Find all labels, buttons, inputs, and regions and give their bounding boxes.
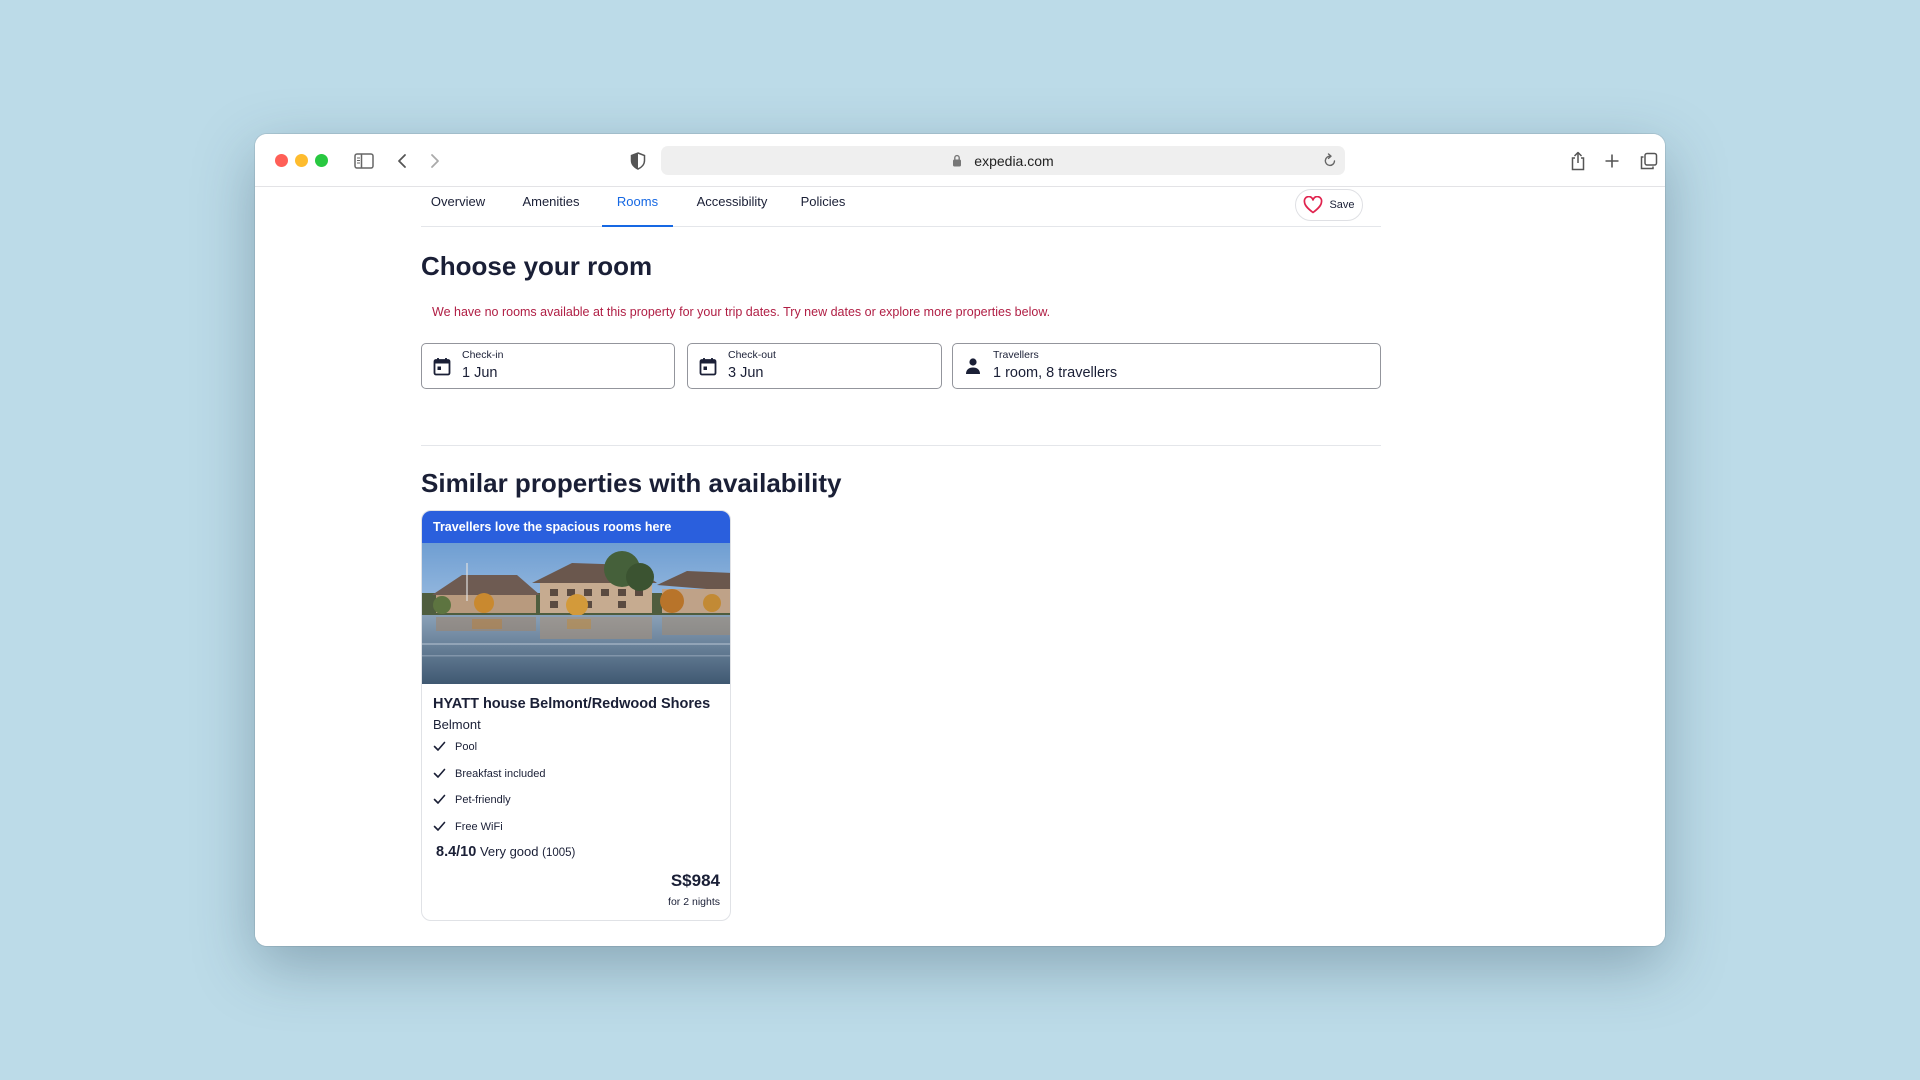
url-text: expedia.com	[974, 152, 1054, 169]
check-out-value: 3 Jun	[728, 365, 764, 381]
review-count: (1005)	[542, 847, 576, 859]
checkmark-icon	[433, 821, 449, 832]
save-label: Save	[1329, 199, 1355, 211]
checkmark-icon	[433, 794, 449, 805]
tab-accessibility[interactable]: Accessibility	[685, 187, 779, 227]
person-icon	[964, 357, 982, 380]
travellers-label: Travellers	[993, 349, 1039, 361]
property-name[interactable]: HYATT house Belmont/Redwood Shores	[433, 696, 710, 712]
property-location: Belmont	[433, 717, 481, 732]
amenity-label: Breakfast included	[455, 767, 546, 780]
rating-score: 8.4/10	[436, 844, 477, 860]
amenity-list: Pool Breakfast included Pet-friendly Fre…	[433, 741, 546, 847]
chevron-right-icon[interactable]	[422, 148, 448, 174]
check-in-label: Check-in	[462, 349, 504, 361]
amenity-label: Pool	[455, 741, 478, 753]
browser-toolbar: expedia.com	[255, 134, 1665, 187]
address-bar[interactable]: expedia.com	[661, 146, 1345, 175]
travellers-field[interactable]: Travellers 1 room, 8 travellers	[952, 343, 1381, 389]
property-photo[interactable]	[422, 543, 730, 684]
tab-overview[interactable]: Overview	[421, 187, 495, 227]
shield-icon[interactable]	[625, 148, 651, 174]
amenity-label: Free WiFi	[455, 820, 503, 833]
check-out-field[interactable]: Check-out 3 Jun	[687, 343, 942, 389]
card-banner: Travellers love the spacious rooms here	[422, 511, 730, 543]
calendar-icon	[699, 357, 717, 381]
minimize-window-button[interactable]	[295, 154, 308, 167]
chevron-left-icon[interactable]	[389, 148, 415, 174]
checkmark-icon	[433, 741, 449, 752]
amenity-item: Pet-friendly	[433, 794, 546, 821]
property-nav: Overview Amenities Rooms Accessibility P…	[421, 187, 1381, 227]
page-content: Overview Amenities Rooms Accessibility P…	[255, 187, 1665, 946]
lock-icon	[952, 154, 962, 167]
zoom-window-button[interactable]	[315, 154, 328, 167]
amenity-item: Breakfast included	[433, 768, 546, 795]
check-in-field[interactable]: Check-in 1 Jun	[421, 343, 675, 389]
similar-properties-heading: Similar properties with availability	[421, 468, 842, 498]
price: S$984	[670, 871, 720, 890]
share-icon[interactable]	[1565, 148, 1591, 174]
tabs-overview-icon[interactable]	[1636, 148, 1662, 174]
price-note: for 2 nights	[668, 896, 720, 908]
check-out-label: Check-out	[728, 349, 776, 361]
tab-amenities[interactable]: Amenities	[511, 187, 591, 227]
save-button[interactable]: Save	[1295, 189, 1363, 221]
amenity-label: Pet-friendly	[455, 794, 511, 806]
no-availability-alert: We have no rooms available at this prope…	[432, 305, 1051, 319]
sidebar-icon[interactable]	[351, 148, 377, 174]
tab-policies[interactable]: Policies	[791, 187, 855, 227]
tab-rooms[interactable]: Rooms	[602, 187, 673, 227]
check-in-value: 1 Jun	[462, 365, 498, 381]
travellers-value: 1 room, 8 travellers	[993, 365, 1118, 381]
calendar-icon	[433, 357, 451, 381]
checkmark-icon	[433, 768, 449, 779]
amenity-item: Pool	[433, 741, 546, 768]
plus-icon[interactable]	[1599, 148, 1625, 174]
section-divider	[421, 445, 1381, 446]
reload-icon[interactable]	[1323, 152, 1337, 171]
rooms-heading: Choose your room	[421, 251, 653, 281]
rating-text: Very good	[479, 844, 539, 859]
heart-icon	[1304, 196, 1323, 214]
property-card[interactable]: Travellers love the spacious rooms here	[421, 510, 731, 921]
browser-window: expedia.com Overview Amenities Rooms Acc…	[255, 134, 1665, 946]
guest-rating: 8.4/10 Very good (1005)	[436, 844, 575, 860]
close-window-button[interactable]	[275, 154, 288, 167]
